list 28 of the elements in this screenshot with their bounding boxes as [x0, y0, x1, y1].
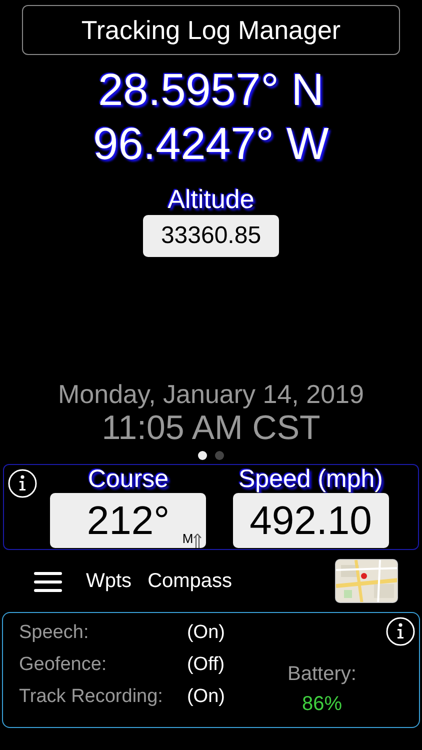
map-button[interactable]: [335, 559, 398, 603]
status-label: Speech:: [19, 621, 90, 645]
longitude-text: 96.4247° W: [93, 117, 329, 171]
battery-label: Battery:: [288, 662, 356, 687]
status-label: Geofence:: [19, 653, 108, 677]
info-button[interactable]: [8, 469, 37, 498]
page-dot[interactable]: [198, 451, 207, 460]
status-value: (Off): [186, 653, 225, 677]
page-dot[interactable]: [215, 451, 224, 460]
readout-number: 492.10: [250, 498, 372, 544]
status-value: (On): [186, 685, 225, 709]
title-button[interactable]: Tracking Log Manager: [22, 5, 400, 55]
info-button[interactable]: [386, 617, 415, 646]
magnetic-label: M: [182, 530, 194, 548]
battery-value: 86%: [302, 692, 342, 717]
up-arrow-icon: [193, 533, 202, 548]
status-label: Track Recording:: [19, 685, 163, 709]
toolbar-link[interactable]: Wpts: [86, 566, 132, 596]
readout-number: 212°: [86, 498, 170, 544]
readout-label: Speed (mph): [238, 465, 384, 493]
altitude-value: 33360.85: [142, 215, 280, 257]
altitude-label: Altitude: [168, 183, 254, 215]
time-text: 11:05 AM CST: [102, 409, 320, 447]
date-text: Monday, January 14, 2019: [58, 379, 364, 409]
status-value: (On): [186, 621, 225, 645]
latitude-text: 28.5957° N: [98, 63, 324, 117]
readout-label: Course: [88, 465, 169, 493]
toolbar-link[interactable]: Compass: [148, 566, 232, 596]
